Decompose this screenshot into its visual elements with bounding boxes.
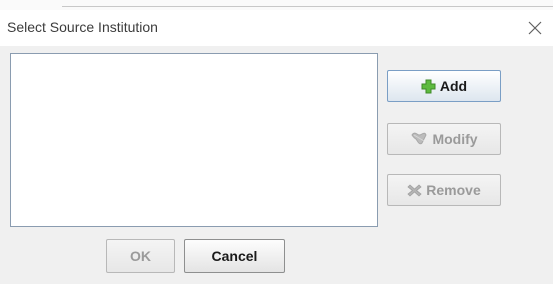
modify-button-label: Modify — [432, 131, 478, 147]
modify-button[interactable]: Modify — [387, 123, 501, 155]
ok-button[interactable]: OK — [106, 239, 175, 273]
delete-x-icon — [407, 183, 422, 198]
background-window-edge — [0, 0, 553, 10]
edit-icon — [410, 131, 428, 147]
cancel-button-label: Cancel — [211, 248, 258, 264]
remove-button-label: Remove — [426, 182, 481, 198]
background-window-rule — [62, 6, 553, 7]
remove-button[interactable]: Remove — [387, 174, 501, 206]
plus-icon — [421, 79, 436, 94]
dialog-body: Add Modify Remove OK Cancel — [0, 46, 553, 284]
ok-button-label: OK — [130, 248, 151, 264]
dialog-title: Select Source Institution — [7, 19, 158, 35]
close-icon[interactable] — [523, 16, 547, 40]
add-button[interactable]: Add — [387, 70, 501, 102]
source-institution-list[interactable] — [10, 53, 378, 227]
cancel-button[interactable]: Cancel — [184, 239, 285, 273]
dialog-titlebar: Select Source Institution — [0, 10, 553, 46]
add-button-label: Add — [439, 78, 468, 94]
